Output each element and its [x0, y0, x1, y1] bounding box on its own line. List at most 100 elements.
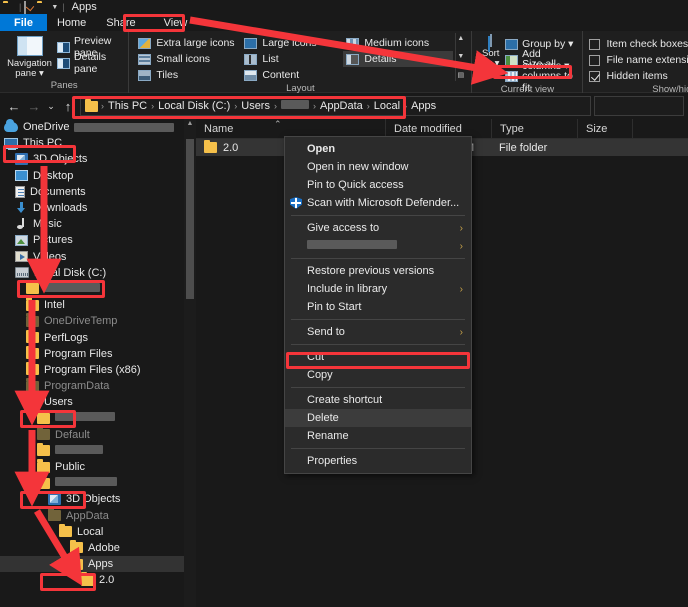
quick-access-folder-icon[interactable] — [3, 2, 14, 13]
3d-objects-icon — [48, 493, 61, 506]
layout-details[interactable]: Details — [343, 51, 454, 67]
sidebar-item-users[interactable]: Users — [0, 394, 196, 410]
breadcrumb-this-pc[interactable]: This PC — [105, 100, 150, 112]
redacted-label — [307, 240, 397, 249]
quick-access-new-folder-icon[interactable] — [37, 2, 48, 13]
layout-scroll-down-icon[interactable]: ▼ — [457, 53, 464, 60]
breadcrumb-local-disk[interactable]: Local Disk (C:) — [155, 100, 233, 112]
layout-extra-large-icons[interactable]: Extra large icons — [135, 35, 239, 51]
sidebar-item-program-files-x86[interactable]: Program Files (x86) — [0, 361, 196, 378]
sidebar-item-intel[interactable]: Intel — [0, 297, 196, 313]
sidebar-item-music[interactable]: Music — [0, 216, 196, 232]
sidebar-item-3d-objects[interactable]: 3D Objects — [0, 151, 196, 167]
breadcrumb-user[interactable] — [278, 100, 312, 112]
context-menu-item-give-access-to[interactable]: Give access to › — [285, 219, 471, 237]
search-input[interactable] — [594, 96, 684, 116]
layout-medium-icons[interactable]: Medium icons — [343, 35, 453, 51]
context-menu-item-cut[interactable]: Cut — [285, 348, 471, 366]
column-header-type[interactable]: Type — [491, 118, 577, 139]
ribbon-group-panes: Navigation pane ▾ Preview pane Details p… — [0, 31, 128, 93]
file-name-extensions-row[interactable]: File name extensions — [589, 52, 688, 68]
sidebar-item-downloads[interactable]: Downloads — [0, 200, 196, 216]
breadcrumb-local[interactable]: Local — [371, 100, 403, 112]
tab-home[interactable]: Home — [47, 14, 96, 31]
hidden-items-row[interactable]: Hidden items — [589, 68, 688, 84]
sidebar-item-onedrivetemp[interactable]: OneDriveTemp — [0, 313, 196, 329]
sidebar-item-local[interactable]: Local — [0, 523, 196, 540]
sidebar-item-program-files[interactable]: Program Files — [0, 345, 196, 362]
back-button[interactable]: ← — [4, 99, 24, 114]
details-pane-button[interactable]: Details pane — [57, 51, 122, 75]
context-menu-item-include-in-library[interactable]: Include in library › — [285, 280, 471, 298]
layout-tiles[interactable]: Tiles — [135, 67, 239, 83]
recent-locations-button[interactable]: ⌄ — [44, 101, 58, 112]
sidebar-item-redacted-10[interactable] — [0, 280, 196, 297]
tab-file[interactable]: File — [0, 14, 47, 31]
sidebar-item-3d-objects[interactable]: 3D Objects — [0, 491, 196, 507]
sort-ascending-icon: ⌃ — [274, 118, 282, 129]
breadcrumb[interactable]: › This PC › Local Disk (C:) › Users › › … — [80, 96, 591, 116]
tab-view[interactable]: View — [146, 14, 206, 31]
layout-content[interactable]: Content — [241, 67, 341, 83]
item-check-boxes-checkbox[interactable] — [589, 38, 601, 50]
sidebar-item-appdata[interactable]: AppData — [0, 507, 196, 524]
sidebar-item-onedrive[interactable]: OneDrive — [0, 119, 196, 135]
context-menu-item-scan-with-microsoft-defender[interactable]: Scan with Microsoft Defender... — [285, 194, 471, 212]
sidebar-item-apps[interactable]: Apps — [0, 556, 196, 573]
forward-button[interactable]: → — [24, 99, 44, 114]
size-all-columns-button[interactable]: Size all columns to fit — [505, 58, 576, 94]
up-button[interactable]: ↑ — [58, 99, 78, 114]
sidebar-item-default[interactable]: Default — [0, 426, 196, 443]
breadcrumb-apps[interactable]: Apps — [408, 100, 439, 112]
sidebar-item-videos[interactable]: Videos — [0, 249, 196, 265]
context-menu-item-rename[interactable]: Rename — [285, 427, 471, 445]
context-menu-item-open-in-new-window[interactable]: Open in new window — [285, 158, 471, 176]
layout-list[interactable]: List — [241, 51, 341, 67]
sidebar-item-desktop[interactable]: Desktop — [0, 168, 196, 184]
context-menu-item-redacted-5[interactable]: › — [285, 237, 471, 255]
context-menu-item-properties[interactable]: Properties — [285, 452, 471, 470]
layout-large-icons[interactable]: Large icons — [241, 35, 341, 51]
file-name-extensions-checkbox[interactable] — [589, 54, 601, 66]
sidebar-item-documents[interactable]: Documents — [0, 184, 196, 200]
scroll-thumb[interactable] — [186, 139, 194, 299]
sidebar-item-redacted-20[interactable] — [0, 442, 196, 459]
item-check-boxes-row[interactable]: Item check boxes — [589, 36, 688, 52]
context-menu-item-restore-previous-versions[interactable]: Restore previous versions — [285, 262, 471, 280]
context-menu-item-send-to[interactable]: Send to › — [285, 323, 471, 341]
breadcrumb-users[interactable]: Users — [238, 100, 273, 112]
sidebar-item-pictures[interactable]: Pictures — [0, 232, 196, 248]
sort-by-button[interactable]: Sort by ▾ — [478, 33, 503, 69]
context-menu-item-copy[interactable]: Copy — [285, 366, 471, 384]
context-menu-item-open[interactable]: Open — [285, 140, 471, 158]
quick-access-customize-caret-icon[interactable]: ▼ — [51, 4, 58, 11]
hidden-items-checkbox[interactable] — [589, 70, 601, 82]
sidebar-item-local-disk-c[interactable]: Local Disk (C:) — [0, 265, 196, 281]
sidebar-item-programdata[interactable]: ProgramData — [0, 378, 196, 394]
tab-share[interactable]: Share — [96, 14, 145, 31]
layout-gallery-expand-icon[interactable]: ▤ — [458, 71, 465, 79]
layout-small-icons[interactable]: Small icons — [135, 51, 239, 67]
context-menu-item-pin-to-start[interactable]: Pin to Start — [285, 298, 471, 316]
item-check-boxes-label: Item check boxes — [606, 38, 688, 50]
navigation-pane-scrollbar[interactable]: ▲ — [184, 119, 196, 607]
sidebar-item-redacted-18[interactable] — [0, 410, 196, 426]
column-header-size[interactable]: Size — [577, 118, 632, 139]
context-menu-item-delete[interactable]: Delete — [285, 409, 471, 427]
layout-gallery-scroll[interactable]: ▲ ▼ ▤ — [455, 33, 465, 81]
context-menu-item-pin-to-quick-access[interactable]: Pin to Quick access — [285, 176, 471, 194]
context-menu-item-create-shortcut[interactable]: Create shortcut — [285, 391, 471, 409]
quick-access-properties-icon[interactable] — [24, 0, 35, 15]
sidebar-item-2-0[interactable]: 2.0 — [0, 572, 196, 588]
sidebar-item-perflogs[interactable]: PerfLogs — [0, 329, 196, 345]
sidebar-item-label: Local — [77, 525, 104, 538]
redacted-suffix — [74, 122, 175, 132]
sidebar-item-public[interactable]: Public — [0, 459, 196, 475]
sidebar-item-adobe[interactable]: Adobe — [0, 539, 196, 556]
sidebar-item-redacted-22[interactable] — [0, 475, 196, 491]
breadcrumb-appdata[interactable]: AppData — [317, 100, 366, 112]
scroll-up-icon[interactable]: ▲ — [184, 119, 196, 127]
layout-scroll-up-icon[interactable]: ▲ — [457, 35, 464, 42]
navigation-pane-button[interactable]: Navigation pane ▾ — [6, 33, 53, 79]
sidebar-item-this-pc[interactable]: This PC — [0, 135, 196, 151]
